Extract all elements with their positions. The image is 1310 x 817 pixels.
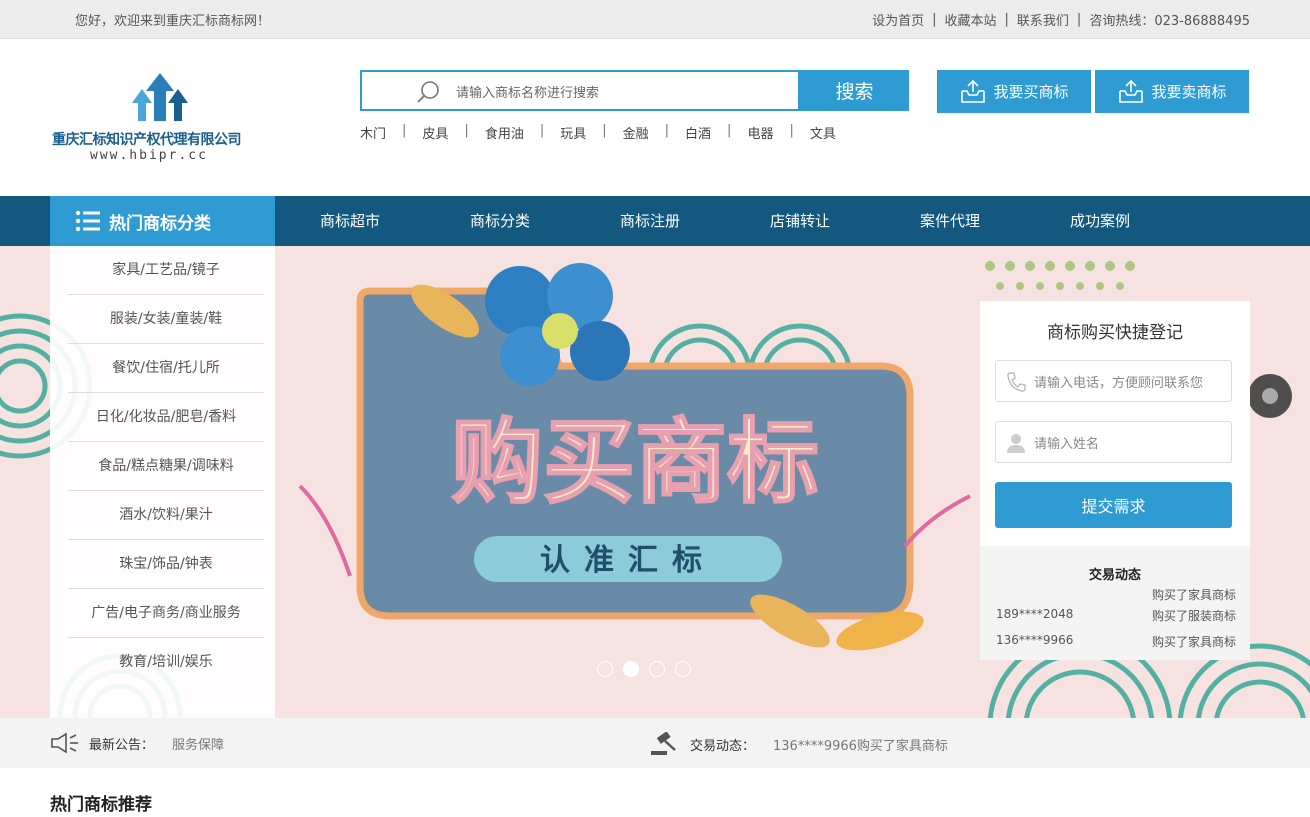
trade-action: 购买了服装商标 — [1151, 609, 1236, 623]
name-input[interactable] — [1032, 432, 1226, 454]
form-title: 商标购买快捷登记 — [1047, 323, 1183, 343]
divider: | — [664, 123, 670, 138]
hot-word[interactable]: 白酒 — [685, 123, 711, 142]
slide-dot[interactable] — [597, 661, 613, 677]
main-nav: 热门商标分类 商标超市 商标分类 商标注册 店铺转让 案件代理 成功案例 — [0, 196, 1310, 246]
notice-bar: 最新公告： 服务保障 交易动态： 136****9966购买了家具商标 — [0, 718, 1310, 768]
sell-trademark-button[interactable]: 我要卖商标 — [1095, 70, 1249, 113]
category-item[interactable]: 广告/电子商务/商业服务 — [68, 589, 264, 638]
hot-search-words: 木门 | 皮具 | 食用油 | 玩具 | 金融 | 白酒 | 电器 | 文具 — [360, 123, 836, 142]
top-bar: 您好，欢迎来到重庆汇标商标网！ 设为首页 | 收藏本站 | 联系我们 | 咨询热… — [0, 0, 1310, 39]
slide-dot[interactable] — [675, 661, 691, 677]
divider: | — [402, 123, 407, 138]
phone-input[interactable] — [1032, 371, 1226, 393]
divider: | — [727, 123, 732, 138]
hot-word[interactable]: 电器 — [747, 123, 773, 142]
category-item[interactable]: 家具/工艺品/镜子 — [68, 246, 264, 295]
company-name: 重庆汇标知识产权代理有限公司 — [52, 132, 242, 148]
buy-label: 我要买商标 — [993, 83, 1069, 101]
nav-item-classification[interactable]: 商标分类 — [425, 196, 575, 246]
phone-field — [995, 360, 1232, 402]
gavel-icon — [651, 732, 676, 755]
divider: | — [602, 123, 607, 138]
announcement-label: 最新公告： — [89, 737, 155, 753]
bookmark-link[interactable]: 收藏本站 — [945, 10, 997, 29]
hot-word[interactable]: 玩具 — [560, 123, 586, 142]
banner-pagination — [597, 661, 691, 677]
hotline-text: 咨询热线：023-86888495 — [1089, 14, 1250, 29]
category-item[interactable]: 教育/培训/娱乐 — [68, 638, 264, 686]
phone-icon — [1006, 371, 1026, 397]
nav-item-store-transfer[interactable]: 店铺转让 — [725, 196, 875, 246]
site-logo[interactable]: 重庆汇标知识产权代理有限公司 www.hbipr.cc — [52, 71, 262, 167]
slide-dot-active[interactable] — [623, 661, 639, 677]
category-menu-title: 热门商标分类 — [109, 213, 211, 234]
announcement-text[interactable]: 服务保障 — [172, 734, 224, 753]
nav-item-success-cases[interactable]: 成功案例 — [1025, 196, 1175, 246]
buy-trademark-button[interactable]: 我要买商标 — [937, 70, 1091, 113]
divider: | — [789, 123, 794, 138]
category-item[interactable]: 珠宝/饰品/钟表 — [68, 540, 264, 589]
quick-register-form: 商标购买快捷登记 提交需求 — [980, 301, 1250, 546]
trade-ticker-label: 交易动态： — [690, 738, 756, 754]
search-icon — [416, 79, 442, 109]
contact-link[interactable]: 联系我们 — [1017, 10, 1069, 29]
trade-phone: 136****9966 — [996, 633, 1074, 647]
divider: | — [1004, 12, 1009, 27]
category-item[interactable]: 酒水/饮料/果汁 — [68, 491, 264, 540]
top-links: 设为首页 | 收藏本站 | 联系我们 | 咨询热线：023-86888495 — [872, 10, 1250, 29]
user-icon — [1006, 432, 1026, 458]
section-title: 热门商标推荐 — [50, 795, 152, 815]
name-field — [995, 421, 1232, 463]
trade-phone: 189****2048 — [996, 607, 1074, 621]
banner-headline: 购买商标 — [451, 409, 819, 516]
site-header: 重庆汇标知识产权代理有限公司 www.hbipr.cc 搜索 我要买商标 我要卖… — [0, 39, 1310, 196]
divider: | — [539, 123, 545, 138]
trade-title: 交易动态 — [1088, 568, 1141, 583]
trade-ticker: 交易动态： 136****9966购买了家具商标 — [650, 732, 948, 756]
category-item[interactable]: 餐饮/住宿/托儿所 — [68, 344, 264, 393]
trade-dynamics-box: 交易动态 购买了家具商标 189****2048 购买了服装商标 136****… — [980, 546, 1250, 660]
banner-tagline: 认准汇标 — [540, 543, 716, 578]
submit-request-button[interactable]: 提交需求 — [995, 482, 1232, 528]
slide-dot[interactable] — [649, 661, 665, 677]
logo-mark-icon — [132, 73, 188, 121]
divider: | — [1076, 12, 1082, 27]
megaphone-icon — [51, 732, 78, 754]
category-item[interactable]: 食品/糕点糖果/调味料 — [68, 442, 264, 491]
hot-word[interactable]: 木门 — [360, 123, 386, 142]
hot-word[interactable]: 金融 — [623, 123, 649, 142]
search-input[interactable] — [454, 80, 788, 104]
trade-ticker-text: 136****9966购买了家具商标 — [773, 738, 948, 754]
hot-word[interactable]: 文具 — [810, 123, 836, 142]
category-sidebar: 家具/工艺品/镜子 服装/女装/童装/鞋 餐饮/住宿/托儿所 日化/化妆品/肥皂… — [50, 246, 275, 718]
category-item[interactable]: 服装/女装/童装/鞋 — [68, 295, 264, 344]
list-icon — [75, 210, 100, 232]
nav-items: 商标超市 商标分类 商标注册 店铺转让 案件代理 成功案例 — [275, 196, 1175, 246]
announcement: 最新公告： 服务保障 — [50, 732, 224, 754]
search-box — [360, 70, 800, 111]
divider: | — [464, 123, 469, 138]
welcome-text: 您好，欢迎来到重庆汇标商标网！ — [75, 14, 271, 29]
nav-item-market[interactable]: 商标超市 — [275, 196, 425, 246]
category-item[interactable]: 日化/化妆品/肥皂/香料 — [68, 393, 264, 442]
upload-box-icon — [961, 79, 986, 103]
trade-action: 购买了家具商标 — [1151, 635, 1236, 649]
divider: | — [932, 12, 937, 27]
set-home-link[interactable]: 设为首页 — [872, 10, 924, 29]
search-button[interactable]: 搜索 — [800, 70, 909, 111]
nav-item-registration[interactable]: 商标注册 — [575, 196, 725, 246]
category-menu-button[interactable]: 热门商标分类 — [50, 196, 275, 246]
hot-word[interactable]: 皮具 — [422, 123, 448, 142]
hot-word[interactable]: 食用油 — [485, 123, 524, 142]
nav-item-case-agency[interactable]: 案件代理 — [875, 196, 1025, 246]
upload-box-icon — [1119, 79, 1144, 103]
site-url: www.hbipr.cc — [90, 148, 208, 163]
sell-label: 我要卖商标 — [1151, 83, 1227, 101]
trade-action: 购买了家具商标 — [1151, 588, 1236, 602]
